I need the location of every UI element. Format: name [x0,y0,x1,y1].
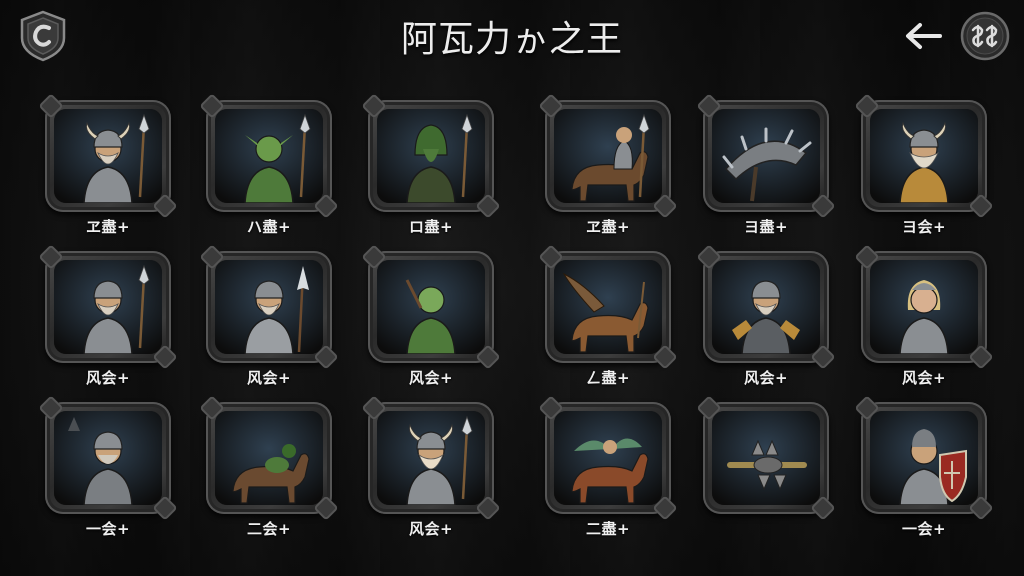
portrait-frame [45,402,171,514]
unit-card[interactable]: ロ盡+ [368,100,496,246]
unit-label: 一会+ [85,520,131,538]
unit-label: 二会+ [246,520,292,538]
unit-label: 风会+ [246,369,292,387]
unit-card[interactable]: 一会+ [861,402,989,548]
unit-label: 风会+ [901,369,947,387]
dwarf-spearman-portrait [54,260,162,354]
unit-label: 风会+ [408,369,454,387]
unit-label: ロ盡+ [408,218,454,236]
portrait-frame [206,100,332,212]
portrait-frame [545,100,671,212]
unit-label: 二盡+ [585,520,631,538]
armored-dwarf-halberdier-portrait [215,260,323,354]
unit-card[interactable]: 风会+ [45,251,173,397]
portrait-frame [45,251,171,363]
unit-label: ヨ会+ [901,218,947,236]
unit-card[interactable]: 风会+ [861,251,989,397]
unit-label: ヨ盡+ [743,218,789,236]
unit-label: 风会+ [743,369,789,387]
unit-grid: ヱ盡+ ハ盡+ ロ盡+ ヱ盡+ ヨ盡+ ヨ会+ 风会+ 风会+ 风会+ ㄥ盡+ … [0,0,1024,576]
hooded-elf-warrior-portrait [377,109,485,203]
spiked-mace-portrait [712,411,820,505]
goblin-spearman-portrait [215,109,323,203]
unit-card[interactable]: 风会+ [206,251,334,397]
unit-label: 风会+ [408,520,454,538]
unit-card[interactable]: 二会+ [206,402,334,548]
unit-label: ㄥ盡+ [585,369,631,387]
winged-horse-rider-portrait [554,260,662,354]
unit-card[interactable]: 风会+ [368,251,496,397]
centaur-spearman-portrait [554,109,662,203]
portrait-frame [368,251,494,363]
griffin-rider-portrait [554,411,662,505]
shield-knight-portrait [870,411,978,505]
portrait-frame [45,100,171,212]
portrait-frame [861,402,987,514]
portrait-frame [545,402,671,514]
unit-card[interactable]: 二盡+ [545,402,673,548]
unit-card[interactable]: 风会+ [703,251,831,397]
unit-card[interactable]: ヨ盡+ [703,100,831,246]
unit-label: 一会+ [901,520,947,538]
elf-knight-portrait [870,260,978,354]
unit-card[interactable]: ヨ会+ [861,100,989,246]
green-goblin-brawler-portrait [377,260,485,354]
unit-card[interactable]: 一会+ [45,402,173,548]
horned-dwarf-king-portrait [870,109,978,203]
unit-card[interactable]: ハ盡+ [206,100,334,246]
unit-label: ヱ盡+ [85,218,131,236]
portrait-frame [703,251,829,363]
unit-card[interactable]: ㄥ盡+ [545,251,673,397]
spiked-war-shield-portrait [712,109,820,203]
unit-card[interactable] [703,402,831,548]
portrait-frame [368,100,494,212]
portrait-frame [206,402,332,514]
viking-warrior-portrait [54,109,162,203]
unit-card[interactable]: 风会+ [368,402,496,548]
portrait-frame [703,100,829,212]
unit-label: ヱ盡+ [585,218,631,236]
unit-label: ハ盡+ [246,218,292,236]
portrait-frame [861,251,987,363]
portrait-frame [545,251,671,363]
unit-card[interactable]: ヱ盡+ [545,100,673,246]
bearded-dwarf-knight-portrait [712,260,820,354]
unit-card[interactable]: ヱ盡+ [45,100,173,246]
unit-label: 风会+ [85,369,131,387]
portrait-frame [206,251,332,363]
portrait-frame [368,402,494,514]
portrait-frame [861,100,987,212]
horse-rider-portrait [215,411,323,505]
viking-chieftain-portrait [377,411,485,505]
portrait-frame [703,402,829,514]
armored-knight-portrait [54,411,162,505]
